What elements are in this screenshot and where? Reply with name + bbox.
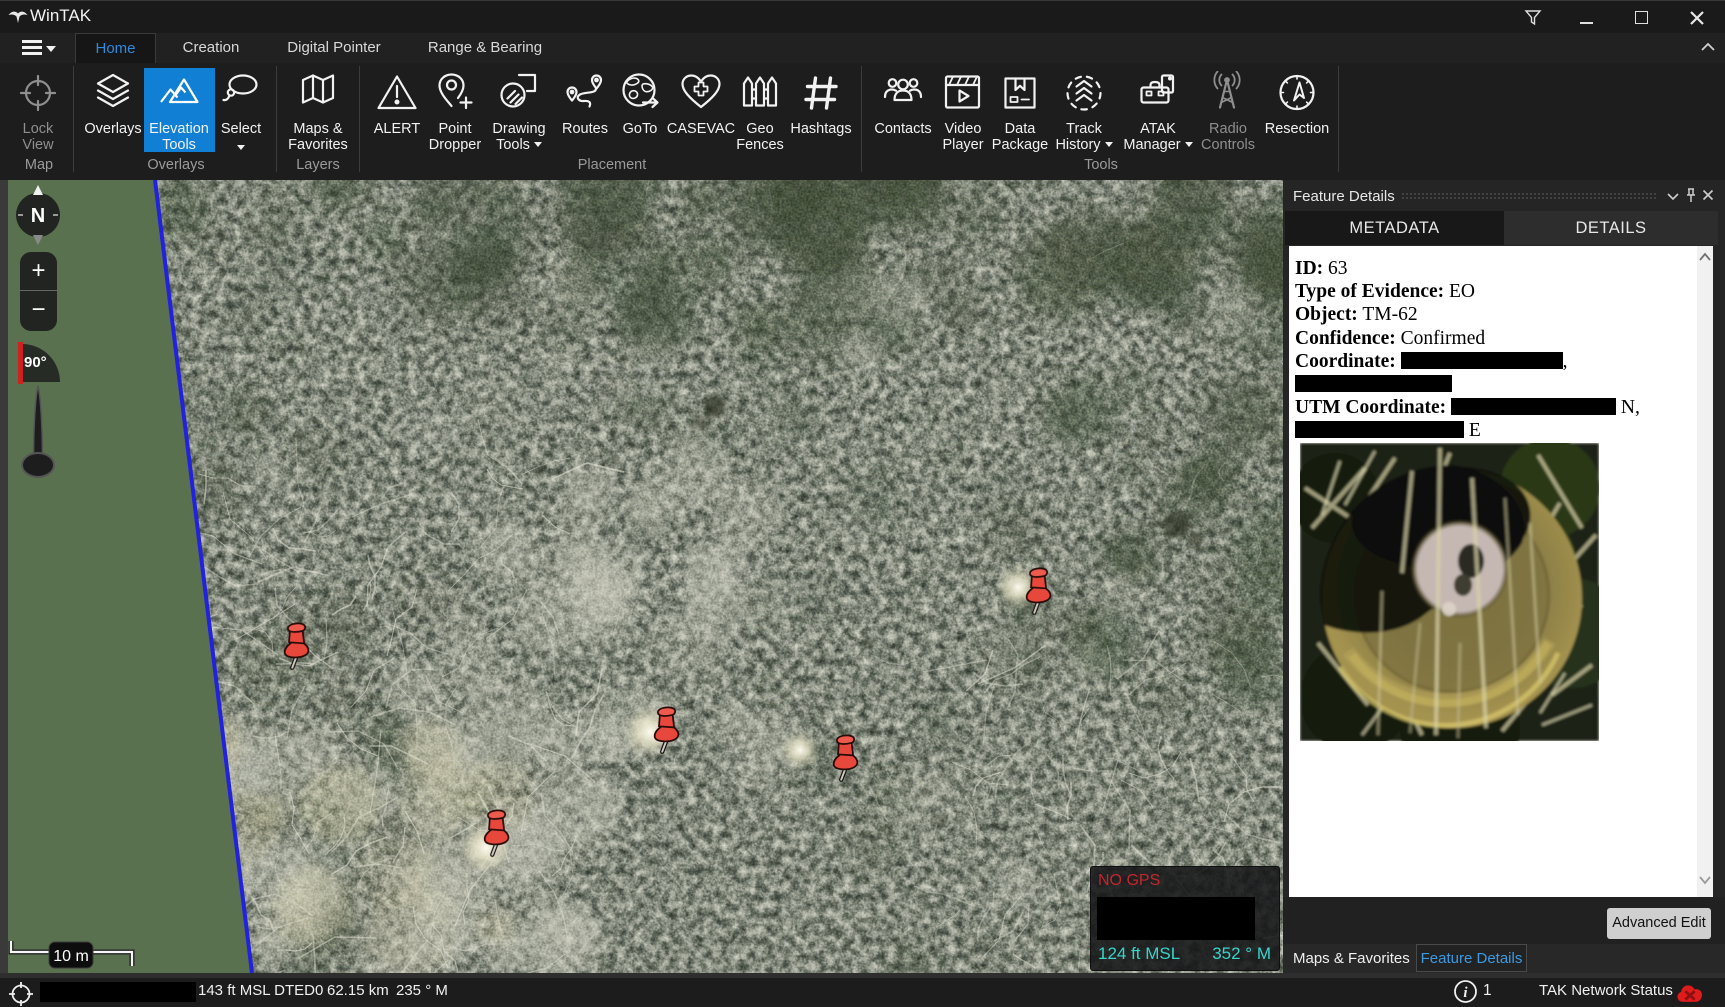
svg-text:10 m: 10 m [53, 948, 89, 965]
svg-text:90°: 90° [24, 354, 47, 371]
svg-text:N: N [31, 205, 45, 227]
svg-text:i: i [1463, 985, 1468, 1001]
